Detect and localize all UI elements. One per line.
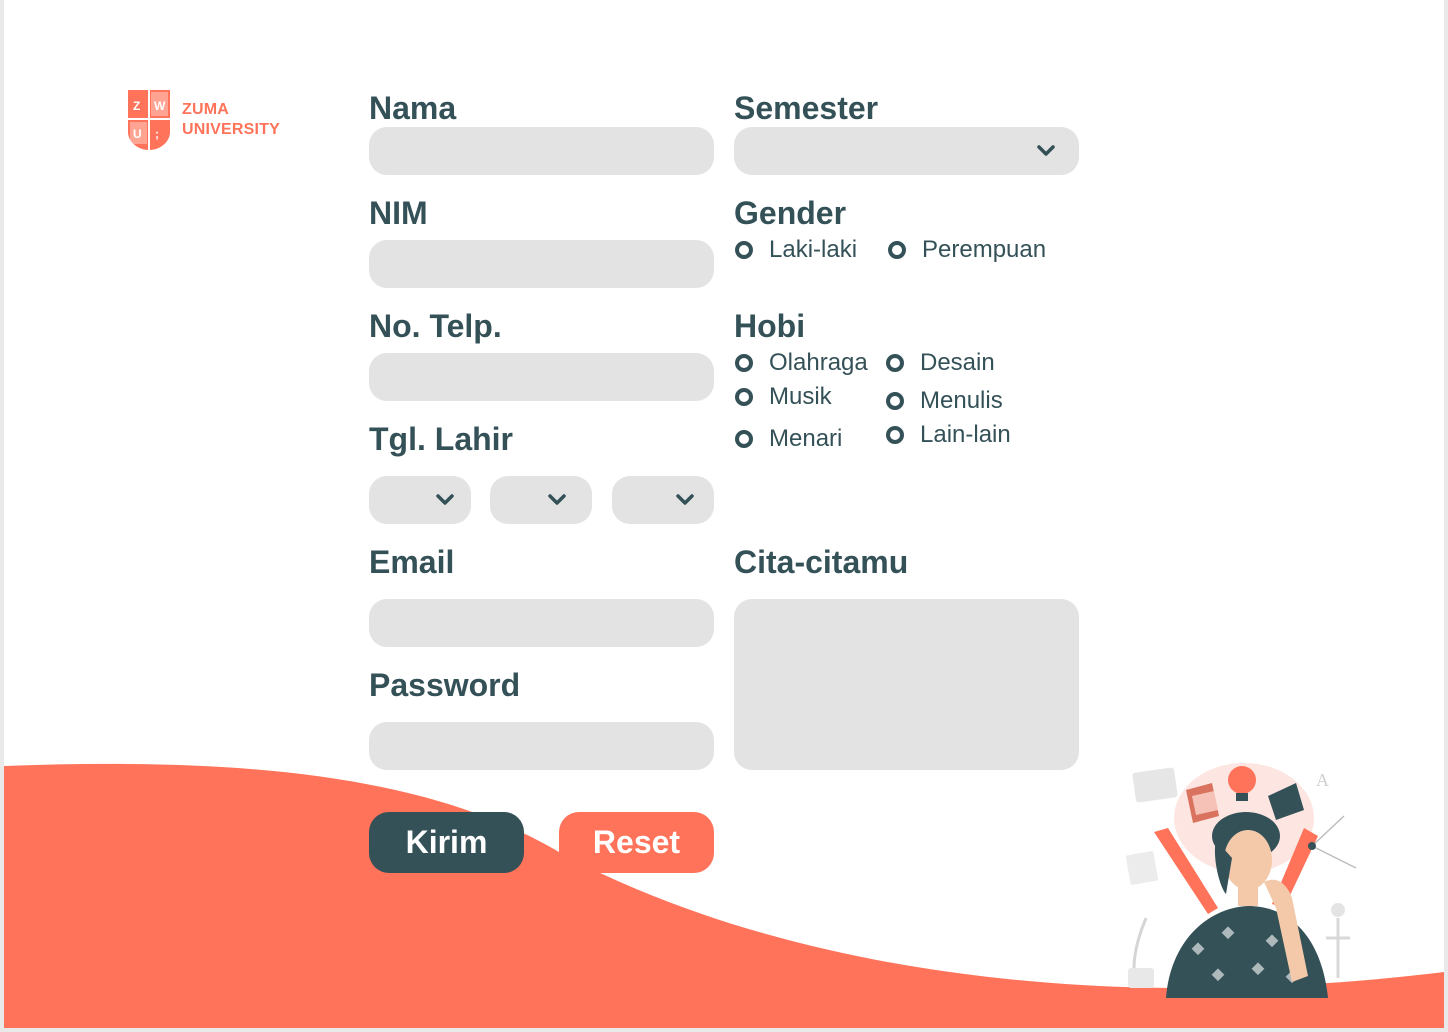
gender-option-label: Laki-laki (769, 236, 858, 263)
student-thinking-illustration: A (1125, 763, 1357, 998)
nim-input[interactable] (369, 240, 714, 288)
svg-text:W: W (154, 99, 166, 113)
chevron-down-icon (548, 494, 566, 505)
password-input[interactable] (369, 722, 714, 770)
cita-label: Cita-citamu (734, 544, 909, 580)
tgl-lahir-label: Tgl. Lahir (369, 421, 513, 457)
gender-option-laki-laki[interactable]: Laki-laki (735, 236, 857, 264)
radio-icon[interactable] (886, 354, 904, 372)
svg-text:U: U (133, 127, 142, 141)
hobi-option-label: Menulis (920, 387, 1003, 414)
telp-input[interactable] (369, 353, 714, 401)
registration-page: Z W U ; ZUMA UNIVERSITY Nama NIM No. Tel… (4, 0, 1444, 1028)
reset-button[interactable]: Reset (559, 812, 714, 873)
radio-icon[interactable] (888, 241, 906, 259)
month-select[interactable] (490, 476, 592, 524)
chevron-down-icon (676, 494, 694, 505)
nama-label: Nama (369, 90, 457, 126)
semester-label: Semester (734, 90, 879, 126)
hobi-option-label: Desain (920, 349, 995, 376)
hobi-option-menari[interactable]: Menari (735, 425, 842, 453)
radio-icon[interactable] (886, 426, 904, 444)
radio-icon[interactable] (735, 354, 753, 372)
svg-text:;: ; (155, 127, 159, 141)
telp-label: No. Telp. (369, 308, 502, 344)
shield-logo-icon: Z W U ; (128, 90, 170, 150)
email-label: Email (369, 544, 455, 580)
hobi-option-lain-lain[interactable]: Lain-lain (886, 421, 1011, 449)
brand-line-2: UNIVERSITY (182, 121, 281, 138)
brand-logo[interactable]: Z W U ; ZUMA UNIVERSITY (126, 88, 280, 152)
radio-icon[interactable] (735, 430, 753, 448)
year-select[interactable] (612, 476, 714, 524)
gender-label: Gender (734, 195, 847, 231)
hobi-option-musik[interactable]: Musik (735, 383, 832, 411)
semester-select[interactable] (734, 127, 1079, 175)
hobi-option-label: Lain-lain (920, 421, 1011, 448)
hobi-option-menulis[interactable]: Menulis (886, 387, 1003, 415)
gender-option-label: Perempuan (922, 236, 1047, 263)
chevron-down-icon (1037, 145, 1055, 156)
gender-option-perempuan[interactable]: Perempuan (888, 236, 1046, 264)
brand-name: ZUMA UNIVERSITY (182, 100, 280, 140)
nama-input[interactable] (369, 127, 714, 175)
brand-line-1: ZUMA (182, 101, 230, 118)
chevron-down-icon (436, 494, 454, 505)
radio-icon[interactable] (886, 392, 904, 410)
submit-button[interactable]: Kirim (369, 812, 524, 873)
nim-label: NIM (369, 195, 428, 231)
hobi-option-label: Olahraga (769, 349, 868, 376)
password-label: Password (369, 667, 521, 703)
hobi-option-label: Musik (769, 383, 832, 410)
cita-textarea[interactable] (734, 599, 1079, 770)
day-select[interactable] (369, 476, 471, 524)
hobi-option-desain[interactable]: Desain (886, 349, 995, 377)
hobi-option-label: Menari (769, 425, 843, 452)
svg-text:Z: Z (133, 99, 140, 113)
svg-text:A: A (1316, 770, 1329, 790)
hobi-label: Hobi (734, 308, 806, 344)
radio-icon[interactable] (735, 241, 753, 259)
email-input[interactable] (369, 599, 714, 647)
radio-icon[interactable] (735, 388, 753, 406)
hobi-option-olahraga[interactable]: Olahraga (735, 349, 868, 377)
